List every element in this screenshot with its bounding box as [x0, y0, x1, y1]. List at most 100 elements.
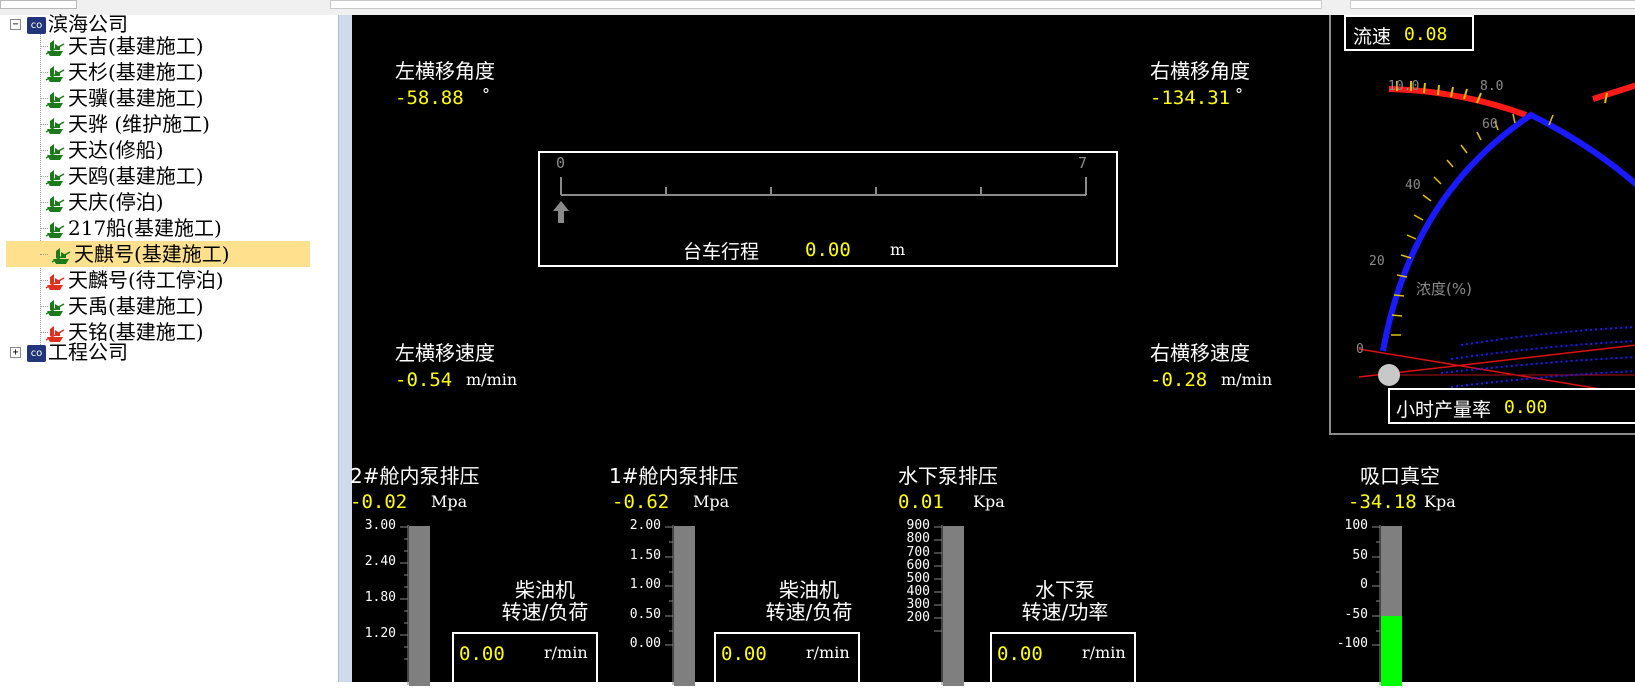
inner-tick-label: 60 [1482, 117, 1498, 132]
inner-tick-label: 0 [1356, 342, 1364, 357]
right-angle-label: 右横移角度 [1150, 59, 1250, 83]
trolley-value: 0.00 [805, 239, 851, 261]
tree-connector [40, 150, 48, 151]
ship-label: 天骥(基建施工) [68, 86, 204, 110]
ship-icon [45, 65, 65, 82]
underwater-pump-value: 0.01 [898, 491, 944, 513]
underwater-tick: 200 [906, 610, 930, 625]
ship-label: 天杉(基建施工) [68, 60, 204, 84]
ship-label: 天禹(基建施工) [68, 294, 204, 318]
pump2-label: 2#舱内泵排压 [350, 464, 480, 488]
panel-divider[interactable] [338, 15, 353, 682]
company-label: 工程公司 [48, 340, 128, 364]
suction-bar [1381, 526, 1402, 686]
pump1-bar [674, 526, 695, 686]
right-angle-value: -134.31 [1150, 87, 1231, 109]
pump2-tick: 3.00 [364, 518, 396, 533]
right-speed-label: 右横移速度 [1150, 341, 1250, 365]
suction-tick: 100 [1344, 518, 1368, 533]
engine1-value: 0.00 [459, 643, 505, 665]
left-speed-label: 左横移速度 [395, 341, 495, 365]
suction-value: -34.18 [1348, 491, 1417, 513]
right-speed-unit: m/min [1221, 370, 1273, 389]
ship-icon [45, 91, 65, 108]
suction-tick: -100 [1336, 636, 1368, 651]
density-gauge: 流速 0.08 10.0 8.0 60 40 20 0 浓度(%) 小时产量率 … [1329, 15, 1635, 435]
outer-tick-label: 8.0 [1480, 79, 1504, 94]
suction-tick: 50 [1352, 548, 1368, 563]
tree-connector [40, 25, 41, 347]
monitor-panel: 左横移角度 -58.88 ° 右横移角度 -134.31 ° 0 7 台车行程 … [350, 15, 1635, 696]
underwater-pump-unit: Kpa [973, 492, 1005, 511]
suction-unit: Kpa [1424, 492, 1456, 511]
wpump-unit: r/min [1082, 643, 1126, 662]
engine1-title-2: 转速/负荷 [501, 600, 589, 624]
underwater-tick: 800 [906, 531, 930, 546]
pump2-tick: 1.80 [364, 590, 396, 605]
ship-icon [45, 299, 65, 316]
ship-label: 天达(修船) [68, 138, 164, 162]
tree-connector [40, 332, 48, 333]
suction-label: 吸口真空 [1360, 464, 1440, 488]
flow-label: 流速 [1353, 26, 1392, 48]
pump1-tick: 1.00 [629, 577, 661, 592]
engine2-title-2: 转速/负荷 [765, 600, 853, 624]
wpump-title-2: 转速/功率 [1021, 600, 1109, 624]
pump2-bar [409, 526, 430, 686]
hourly-rate-value: 0.00 [1504, 397, 1548, 418]
ship-icon [45, 143, 65, 160]
right-speed-value: -0.28 [1150, 369, 1208, 391]
company-co-icon: co [27, 17, 46, 34]
tree-connector [40, 98, 48, 99]
trolley-travel-box: 0 7 台车行程 0.00 m [538, 151, 1118, 267]
ship-label: 217船(基建施工) [68, 216, 222, 240]
engine1-unit: r/min [544, 643, 588, 662]
pump2-tick: 1.20 [364, 626, 396, 641]
pump2-value: -0.02 [350, 491, 408, 513]
tree-connector [40, 46, 48, 47]
wpump-value: 0.00 [997, 643, 1043, 665]
ship-label: 天麒号(基建施工) [74, 242, 230, 266]
ship-icon [45, 39, 65, 56]
ship-label: 天庆(停泊) [68, 190, 164, 214]
left-angle-unit: ° [482, 85, 490, 104]
pump1-value: -0.62 [612, 491, 670, 513]
underwater-bar [943, 526, 964, 686]
hourly-rate-label: 小时产量率 [1396, 399, 1492, 421]
tree-connector [40, 124, 48, 125]
pump1-tick: 0.50 [629, 607, 661, 622]
outer-tick-label: 10.0 [1388, 79, 1420, 94]
ship-icon [45, 117, 65, 134]
gauge-dial [1358, 81, 1635, 396]
tree-connector [40, 254, 48, 255]
inner-tick-label: 20 [1369, 254, 1385, 269]
hourly-rate-box: 小时产量率 0.00 [1388, 388, 1635, 424]
pump1-label: 1#舱内泵排压 [609, 464, 739, 488]
expand-toggle-icon[interactable]: + [10, 347, 21, 358]
pump2-tick: 2.40 [364, 554, 396, 569]
pump1-tick: 2.00 [629, 518, 661, 533]
flow-box: 流速 0.08 [1344, 15, 1474, 51]
tree-node-ship[interactable]: 天麒号(基建施工) [6, 241, 310, 267]
suction-tick: 0 [1360, 577, 1368, 592]
ship-label: 天麟号(待工停泊) [68, 268, 224, 292]
toolbar-field-right[interactable] [1350, 0, 1635, 9]
ship-icon [45, 169, 65, 186]
engine2-value: 0.00 [721, 643, 767, 665]
density-label: 浓度(%) [1416, 280, 1472, 298]
wpump-box: 0.00 r/min [990, 632, 1136, 696]
trolley-label: 台车行程 [683, 241, 760, 263]
right-angle-unit: ° [1235, 85, 1243, 104]
ship-label: 天吉(基建施工) [68, 34, 204, 58]
ship-icon [45, 195, 65, 212]
trolley-pointer-icon [553, 201, 569, 223]
left-angle-label: 左横移角度 [395, 59, 495, 83]
collapse-toggle-icon[interactable]: − [10, 19, 21, 30]
inner-tick-label: 40 [1405, 178, 1421, 193]
ship-icon [51, 247, 71, 264]
gauge-pivot-icon [1378, 364, 1400, 386]
engine1-box: 0.00 r/min [452, 632, 598, 696]
engine2-box: 0.00 r/min [714, 632, 860, 696]
toolbar-field-center[interactable] [330, 0, 1322, 9]
toolbar-field-left[interactable] [0, 0, 77, 9]
